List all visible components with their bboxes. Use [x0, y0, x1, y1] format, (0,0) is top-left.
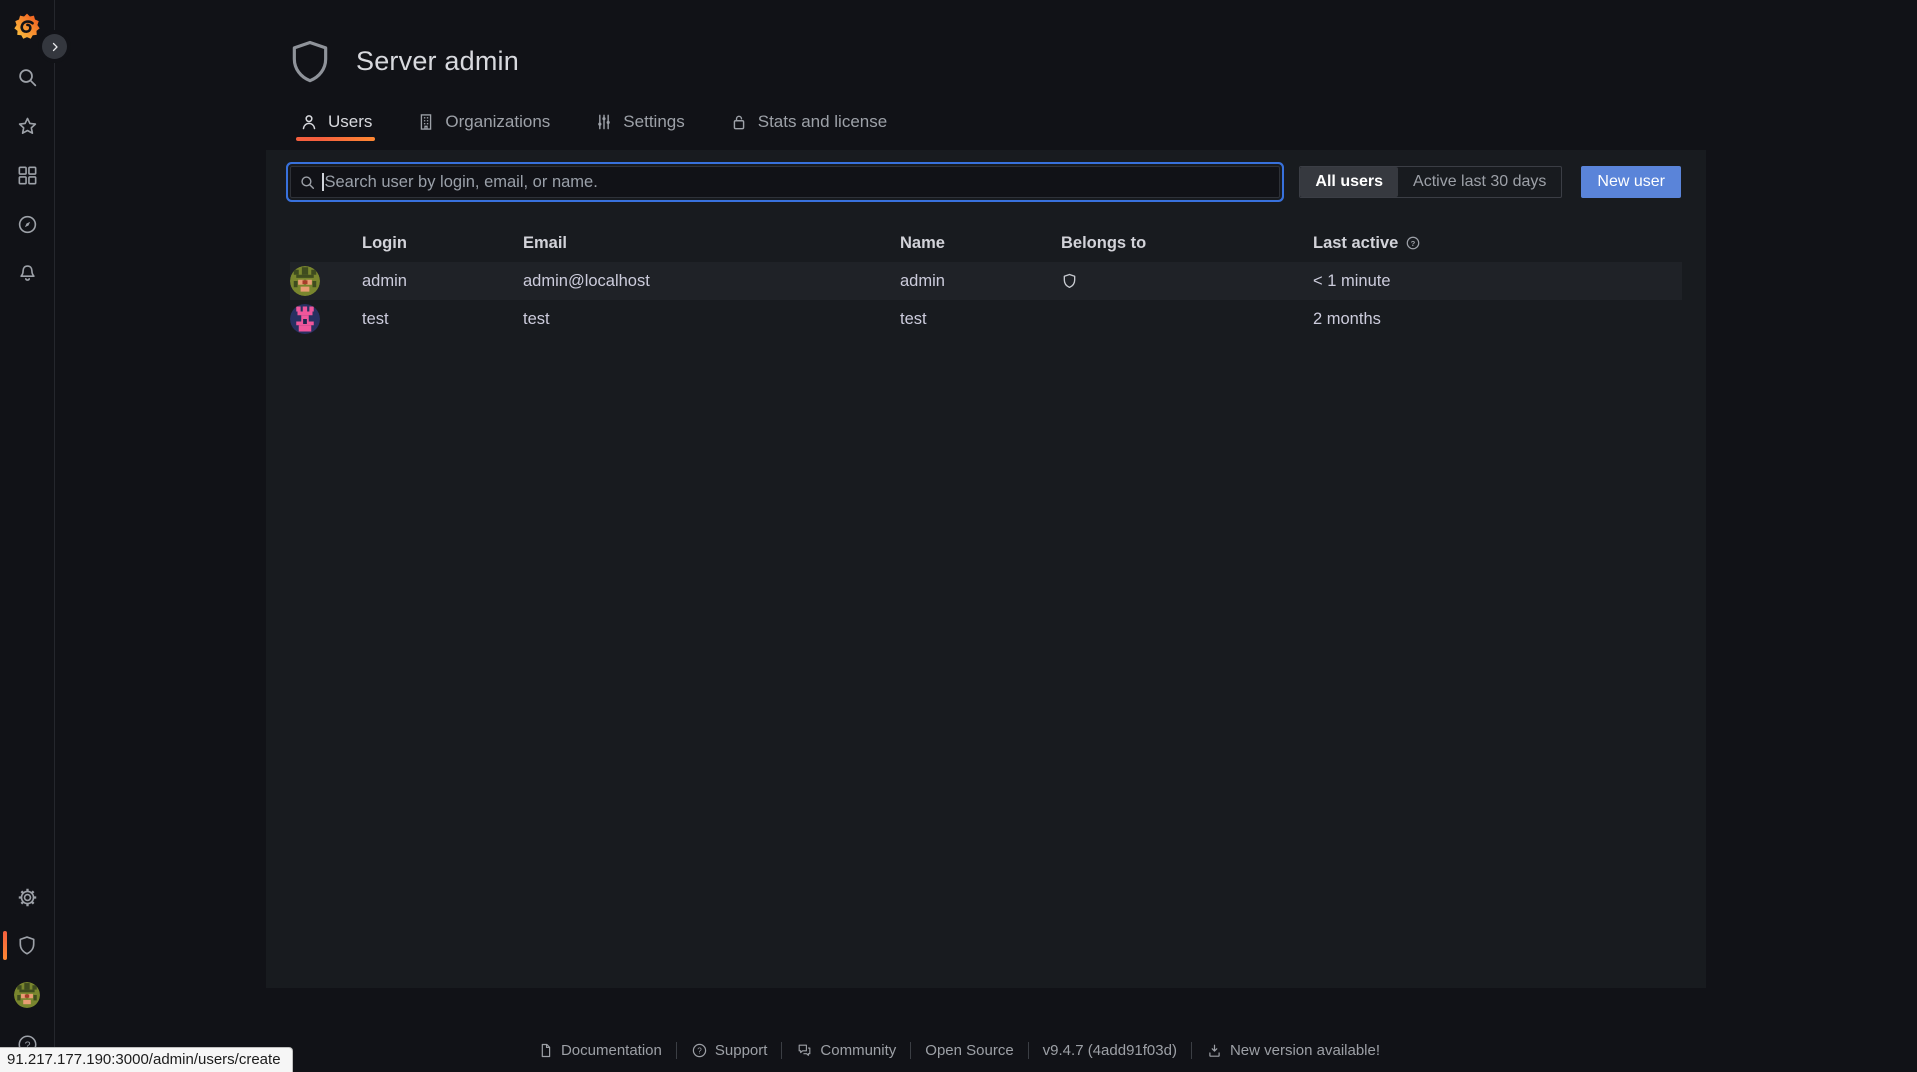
- page-header: Server admin: [290, 28, 519, 95]
- tab-users[interactable]: Users: [296, 110, 376, 141]
- tab-stats-and-license[interactable]: Stats and license: [726, 110, 890, 141]
- name-column-header: Name: [900, 233, 945, 252]
- explore-compass-icon[interactable]: [16, 213, 39, 236]
- alerting-bell-icon[interactable]: [16, 262, 39, 285]
- download-icon: [1209, 1044, 1220, 1057]
- lock-icon: [733, 115, 745, 130]
- last-active-column-header: Last active ?: [1313, 224, 1682, 262]
- footer-support-link[interactable]: ? Support: [677, 1042, 782, 1059]
- belongs-to-cell: [1061, 262, 1313, 300]
- search-field: [290, 166, 1281, 198]
- tab-label: Stats and license: [757, 112, 888, 131]
- settings-gear-icon[interactable]: [16, 886, 39, 909]
- user-filter-group: All users Active last 30 days: [1299, 166, 1563, 198]
- sidebar: ?: [0, 0, 67, 1072]
- svg-text:?: ?: [697, 1046, 702, 1055]
- avatar-column-header: [290, 224, 362, 262]
- question-circle-icon: ?: [692, 1043, 707, 1058]
- starred-icon[interactable]: [16, 115, 39, 138]
- name-cell: admin: [900, 271, 945, 290]
- grafana-logo-icon[interactable]: [10, 10, 44, 44]
- filter-active-last-30-days[interactable]: Active last 30 days: [1398, 167, 1561, 197]
- server-admin-shield-icon: [292, 40, 328, 83]
- tab-label: Settings: [623, 112, 685, 131]
- building-icon: [421, 114, 432, 130]
- search-input[interactable]: [323, 172, 1272, 192]
- page-title: Server admin: [356, 46, 519, 77]
- tab-settings[interactable]: Settings: [591, 110, 687, 141]
- footer-new-version-link[interactable]: New version available!: [1192, 1042, 1394, 1059]
- document-icon: [541, 1043, 551, 1058]
- footer-documentation-link[interactable]: Documentation: [523, 1042, 676, 1059]
- tab-bar: Users Organizations Settings Stats and l…: [296, 110, 890, 141]
- grafana-admin-shield-icon: [1063, 273, 1076, 289]
- email-cell: admin@localhost: [523, 271, 650, 290]
- tab-organizations[interactable]: Organizations: [413, 110, 553, 141]
- search-icon[interactable]: [16, 66, 39, 89]
- tab-label: Users: [328, 112, 373, 131]
- chevron-right-icon: [52, 42, 58, 51]
- active-indicator: [2, 931, 7, 960]
- last-active-cell: < 1 minute: [1313, 271, 1391, 290]
- footer-community-link[interactable]: Community: [782, 1042, 910, 1059]
- table-row[interactable]: admin admin@localhost admin < 1 minute: [290, 262, 1682, 300]
- name-cell: test: [900, 309, 927, 328]
- footer-open-source-label: Open Source: [925, 1042, 1014, 1059]
- comments-icon: [799, 1044, 811, 1056]
- last-active-cell: 2 months: [1313, 309, 1381, 328]
- svg-text:?: ?: [1411, 239, 1416, 248]
- belongs-to-cell: [1061, 300, 1313, 338]
- avatar: [290, 304, 320, 334]
- login-column-header: Login: [362, 233, 407, 252]
- dashboards-icon[interactable]: [16, 164, 39, 187]
- search-icon: [301, 175, 315, 189]
- sidebar-nav-bottom: ?: [2, 886, 40, 1056]
- profile-avatar[interactable]: [14, 982, 40, 1008]
- user-icon: [302, 115, 316, 130]
- users-toolbar: All users Active last 30 days New user: [266, 150, 1706, 198]
- sidebar-nav-top: [16, 66, 39, 285]
- new-user-button[interactable]: New user: [1581, 166, 1681, 198]
- sliders-icon: [598, 114, 611, 130]
- filter-all-users[interactable]: All users: [1300, 167, 1399, 197]
- browser-link-preview: 91.217.177.190:3000/admin/users/create: [0, 1047, 293, 1072]
- belongs-to-column-header: Belongs to: [1061, 233, 1147, 252]
- footer-version-label: v9.4.7 (4add91f03d): [1042, 1042, 1177, 1059]
- server-admin-shield-icon[interactable]: [2, 931, 39, 960]
- email-column-header: Email: [523, 233, 568, 252]
- users-table: Login Email Name Belongs to Last active …: [290, 224, 1682, 338]
- question-circle-icon[interactable]: ?: [1405, 235, 1421, 251]
- tab-label: Organizations: [445, 112, 551, 131]
- users-panel: All users Active last 30 days New user L…: [266, 150, 1706, 988]
- login-cell: test: [362, 309, 389, 328]
- avatar: [290, 266, 320, 296]
- email-cell: test: [523, 309, 550, 328]
- login-cell: admin: [362, 271, 407, 290]
- table-row[interactable]: test test test 2 months: [290, 300, 1682, 338]
- sidebar-expand-button[interactable]: [42, 34, 67, 59]
- table-header-row: Login Email Name Belongs to Last active …: [290, 224, 1682, 262]
